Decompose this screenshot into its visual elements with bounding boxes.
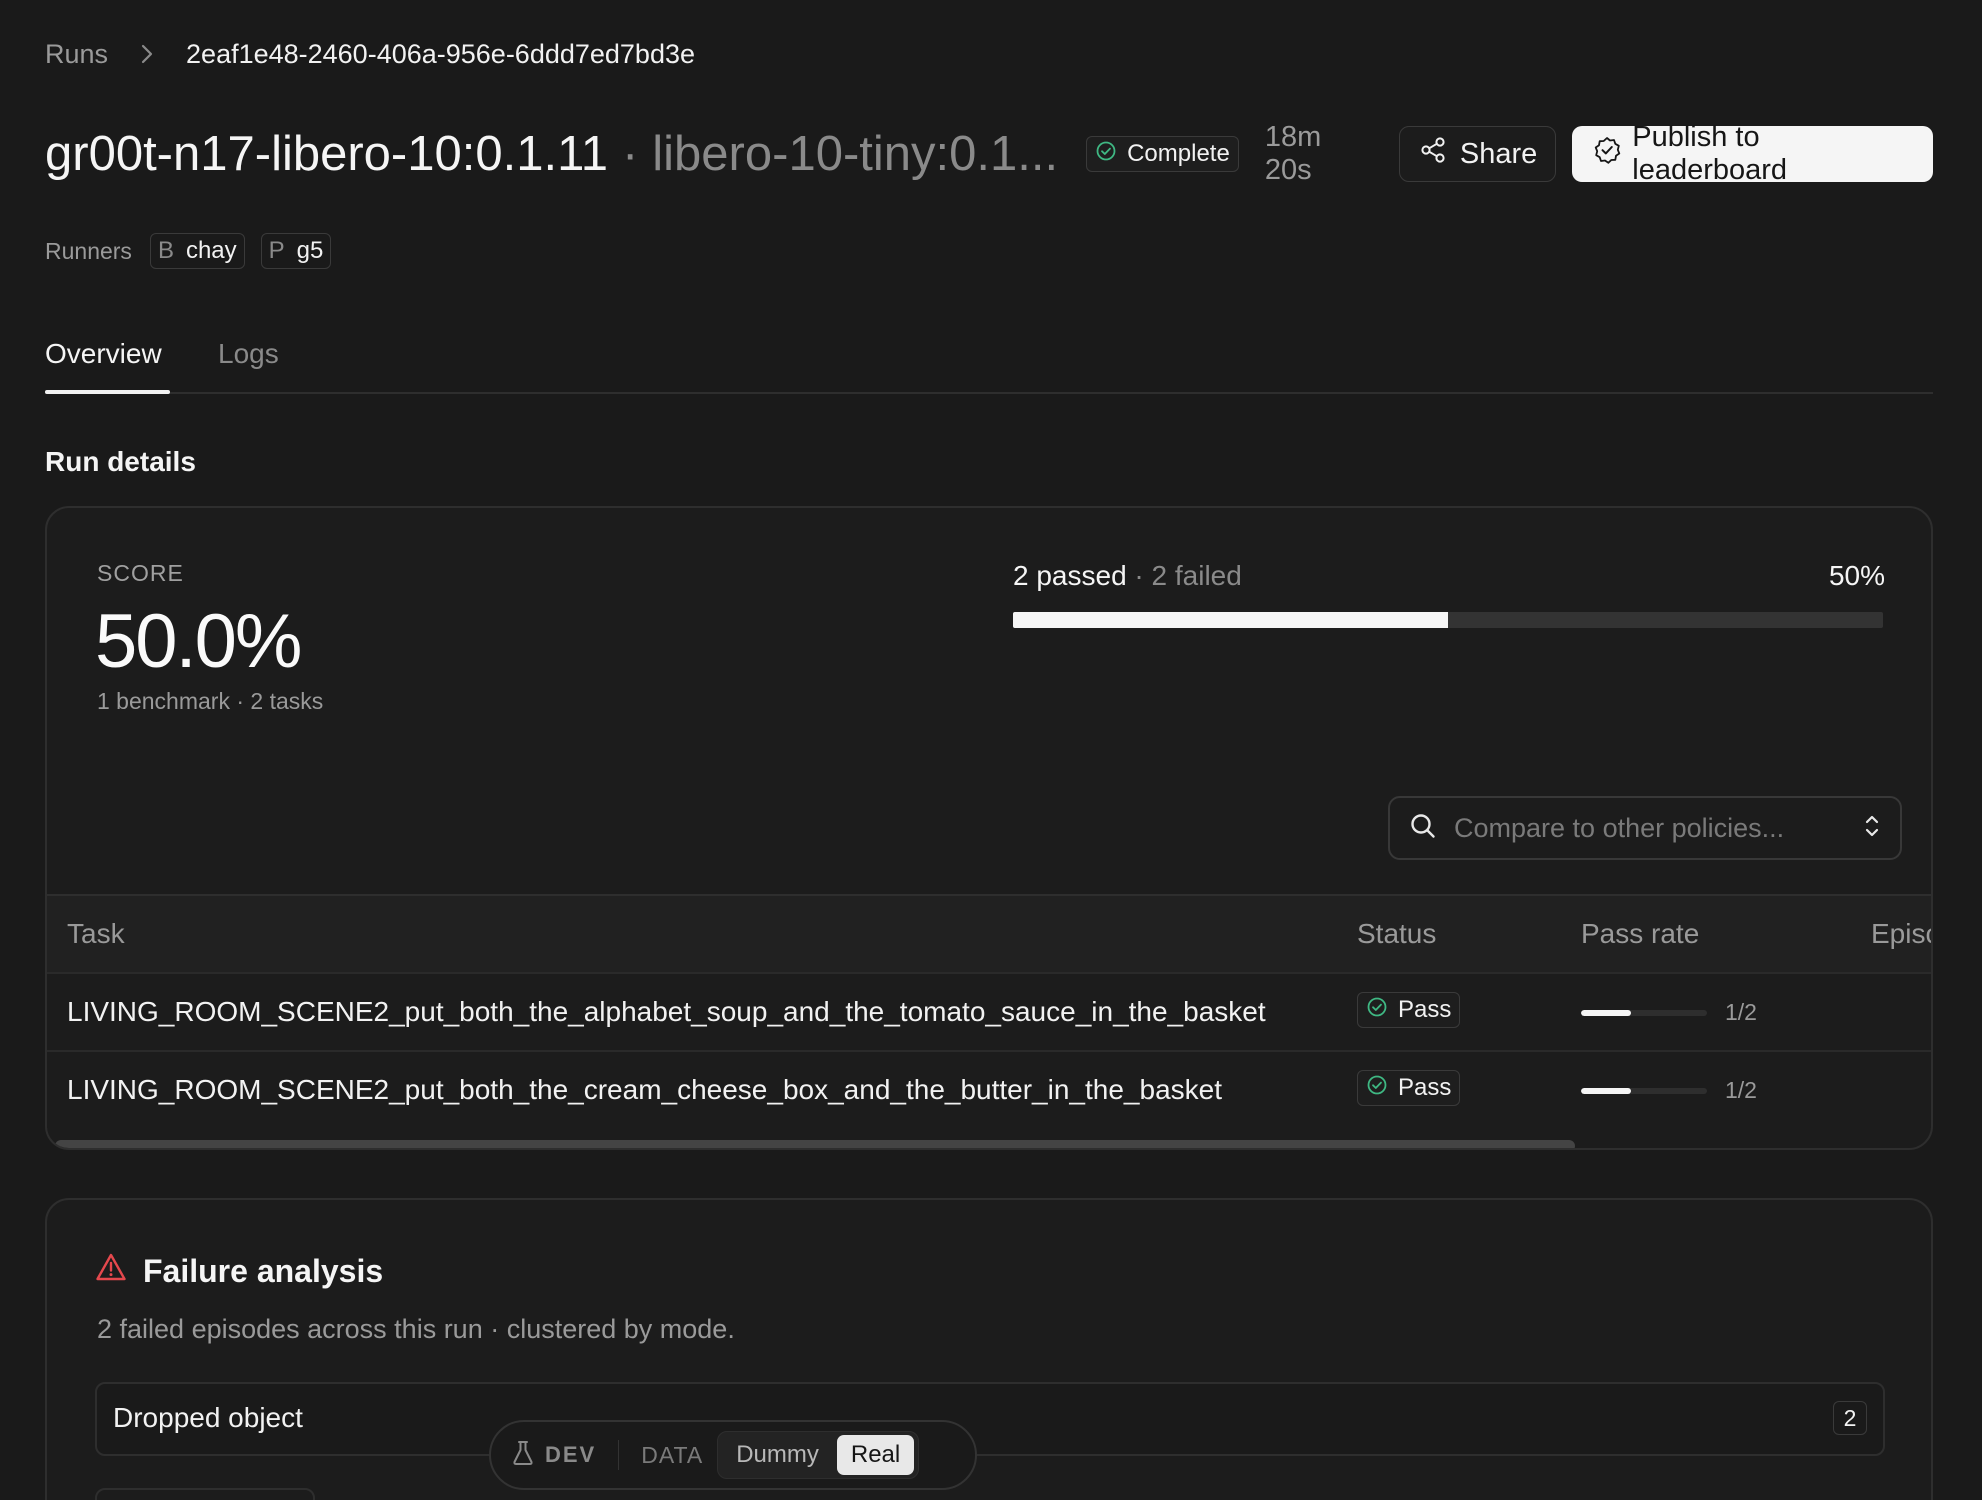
column-header-status[interactable]: Status <box>1357 918 1436 950</box>
share-label: Share <box>1459 137 1538 170</box>
data-label: DATA <box>641 1441 704 1468</box>
run-details-heading: Run details <box>45 446 196 477</box>
publish-label: Publish to leaderboard <box>1632 121 1788 186</box>
pass-rate-text: 1/2 <box>1725 999 1757 1025</box>
status-label: Complete <box>1127 140 1230 167</box>
active-tab-indicator <box>45 390 170 394</box>
status-label: Pass <box>1398 1074 1452 1101</box>
score-value: 50.0% <box>95 599 302 684</box>
share-icon <box>1418 135 1448 173</box>
breadcrumb: Runs 2eaf1e48-2460-406a-956e-6ddd7ed7bd3… <box>45 36 695 72</box>
policy-title: gr00t-n17-libero-10:0.1.11 <box>45 127 608 181</box>
failure-mode-count: 2 <box>1833 1401 1867 1435</box>
runner-chip: B chay <box>149 233 245 269</box>
failure-mode-label: Dropped object <box>113 1402 303 1433</box>
toolbar-divider <box>618 1440 620 1470</box>
dev-label: DEV <box>545 1442 597 1467</box>
failure-analysis-card: Failure analysis 2 failed episodes acros… <box>45 1198 1933 1500</box>
score-label: SCORE <box>97 560 184 586</box>
failure-analysis-description: 2 failed episodes across this run · clus… <box>97 1314 735 1344</box>
passed-count: 2 passed <box>1013 560 1127 591</box>
compare-placeholder: Compare to other policies... <box>1454 812 1785 843</box>
chevron-up-down-icon <box>1862 812 1882 845</box>
flask-icon <box>511 1439 535 1472</box>
task-name: LIVING_ROOM_SCENE2_put_both_the_cream_ch… <box>67 1074 1222 1105</box>
pass-progress-bar <box>1013 612 1883 628</box>
failure-analysis-title: Failure analysis <box>143 1252 384 1289</box>
column-header-episodes[interactable]: Episc <box>1871 918 1931 950</box>
task-name: LIVING_ROOM_SCENE2_put_both_the_alphabet… <box>67 996 1266 1027</box>
tab-bar: Overview Logs <box>45 330 1933 394</box>
compare-policies-select[interactable]: Compare to other policies... <box>1388 796 1902 860</box>
title-separator: · <box>621 127 639 181</box>
runners-label: Runners <box>45 237 132 264</box>
status-pass-badge: Pass <box>1357 992 1461 1028</box>
runner-prefix: P <box>268 237 285 264</box>
runner-name: chay <box>185 237 237 264</box>
column-header-pass-rate[interactable]: Pass rate <box>1581 918 1699 950</box>
pass-rate-fill <box>1581 1010 1632 1016</box>
table-horizontal-scrollbar[interactable] <box>55 1140 1575 1148</box>
failure-mode-next-item[interactable] <box>95 1488 315 1500</box>
status-badge: Complete <box>1086 136 1239 172</box>
breadcrumb-current-run-id: 2eaf1e48-2460-406a-956e-6ddd7ed7bd3e <box>186 38 695 69</box>
tab-logs[interactable]: Logs <box>218 338 279 370</box>
check-circle-icon <box>1095 140 1117 169</box>
search-icon <box>1408 811 1438 846</box>
warning-triangle-icon <box>95 1252 127 1290</box>
pass-rate-fill <box>1581 1088 1632 1094</box>
pass-progress-fill <box>1013 612 1448 628</box>
data-source-toggle: Dummy Real <box>717 1431 920 1479</box>
dev-data-toolbar: DEV DATA Dummy Real <box>489 1420 977 1490</box>
check-circle-icon <box>1366 996 1388 1025</box>
column-header-task[interactable]: Task <box>67 918 125 950</box>
failure-mode-row[interactable]: Dropped object 2 <box>95 1382 1885 1456</box>
table-row[interactable]: LIVING_ROOM_SCENE2_put_both_the_cream_ch… <box>47 1050 1931 1128</box>
check-circle-icon <box>1366 1074 1388 1103</box>
failed-count: · 2 failed <box>1126 560 1242 591</box>
badge-check-icon <box>1592 135 1622 173</box>
pass-rate-bar <box>1581 1010 1707 1016</box>
status-label: Pass <box>1398 996 1452 1023</box>
chevron-right-icon <box>136 43 158 65</box>
pass-summary: 2 passed · 2 failed <box>1013 560 1242 592</box>
table-row[interactable]: LIVING_ROOM_SCENE2_put_both_the_alphabet… <box>47 972 1931 1050</box>
failure-analysis-heading: Failure analysis <box>95 1252 383 1290</box>
runner-name: g5 <box>296 237 324 264</box>
data-option-dummy[interactable]: Dummy <box>722 1435 833 1475</box>
tab-overview[interactable]: Overview <box>45 338 162 370</box>
table-header: Task Status Pass rate Episc <box>47 896 1931 972</box>
runner-prefix: B <box>157 237 174 264</box>
score-meta: 1 benchmark · 2 tasks <box>97 688 324 714</box>
runners-row: Runners B chay P g5 <box>45 233 332 269</box>
data-option-real[interactable]: Real <box>836 1435 915 1475</box>
run-header: gr00t-n17-libero-10:0.1.11 · libero-10-t… <box>45 121 1933 186</box>
share-button[interactable]: Share <box>1398 126 1557 182</box>
status-pass-badge: Pass <box>1357 1070 1461 1106</box>
breadcrumb-runs-link[interactable]: Runs <box>45 39 108 70</box>
task-table: Task Status Pass rate Episc LIVING_ROOM_… <box>47 894 1931 1148</box>
runner-chip: P g5 <box>260 233 332 269</box>
publish-to-leaderboard-button[interactable]: Publish to leaderboard <box>1572 121 1933 186</box>
pass-percent: 50% <box>1828 560 1885 591</box>
run-duration: 18m 20s <box>1264 121 1322 186</box>
pass-rate-text: 1/2 <box>1725 1077 1757 1103</box>
benchmark-title: libero-10-tiny:0.1... <box>652 127 1059 181</box>
pass-rate-bar <box>1581 1088 1707 1094</box>
run-details-card: SCORE 50.0% 1 benchmark · 2 tasks 2 pass… <box>45 506 1933 1150</box>
